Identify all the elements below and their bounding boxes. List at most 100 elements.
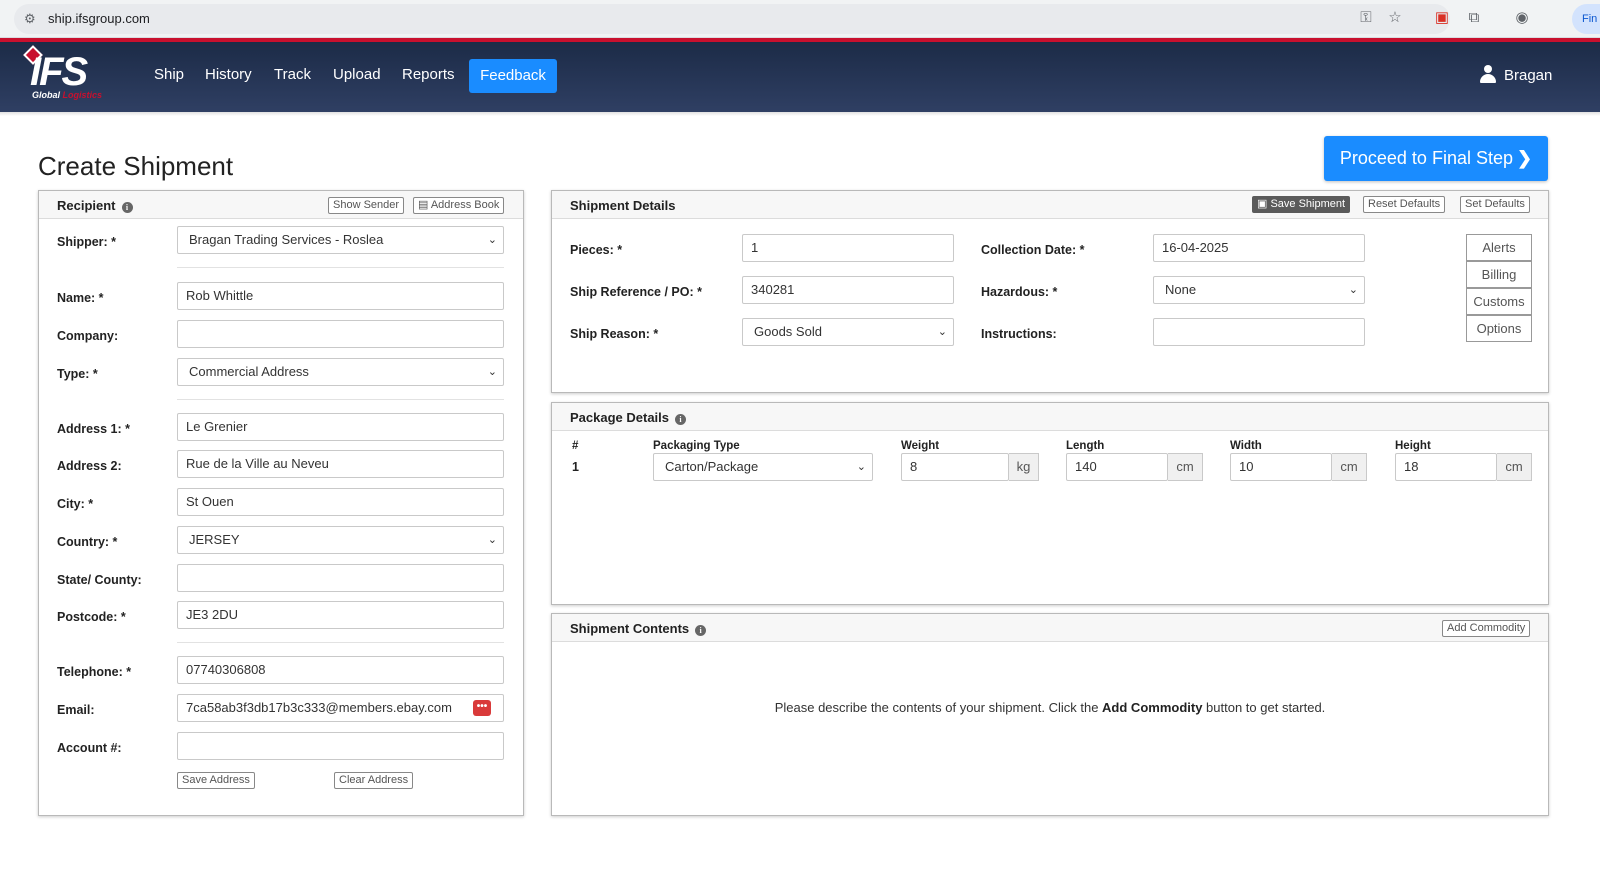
width-unit: cm	[1332, 453, 1367, 481]
reset-defaults-button[interactable]: Reset Defaults	[1363, 196, 1446, 213]
company-label: Company:	[57, 329, 119, 343]
shipper-select[interactable]: Bragan Trading Services - Roslea ⌄	[177, 226, 504, 254]
info-icon[interactable]: i	[675, 414, 687, 425]
profile-button[interactable]: Fin	[1572, 4, 1600, 34]
packaging-type-select[interactable]: Carton/Package ⌄	[653, 453, 873, 481]
profile-icon[interactable]: ◉	[1512, 8, 1532, 28]
col-height: Height	[1395, 440, 1431, 452]
package-details-title: Package Details i	[570, 410, 687, 425]
height-unit: cm	[1497, 453, 1532, 481]
extensions-puzzle-icon[interactable]: ⧉	[1464, 8, 1484, 28]
recipient-panel: Recipient i Show Sender ▤ Address Book Sh…	[38, 190, 524, 816]
address1-label: Address 1: *	[57, 422, 130, 436]
nav-history[interactable]: History	[205, 66, 252, 83]
shipment-details-title: Shipment Details	[570, 198, 676, 213]
weight-unit: kg	[1009, 453, 1039, 481]
bookmark-star-icon[interactable]: ☆	[1385, 8, 1405, 28]
account-field[interactable]	[177, 732, 504, 760]
set-defaults-button[interactable]: Set Defaults	[1460, 196, 1530, 213]
pieces-field[interactable]: 1	[742, 234, 954, 262]
site-info-icon[interactable]: ⚙	[24, 11, 40, 27]
length-field[interactable]: 140	[1066, 453, 1168, 481]
page-title: Create Shipment	[38, 151, 234, 181]
type-label: Type: *	[57, 367, 98, 381]
shipment-contents-title: Shipment Contents i	[570, 621, 707, 636]
collection-date-label: Collection Date: *	[981, 243, 1085, 257]
country-label: Country: *	[57, 535, 118, 549]
shipment-contents-panel: Shipment Contents i Add Commodity Please …	[551, 613, 1549, 816]
app-navbar: IFS Global Logistics Ship History Track …	[0, 42, 1600, 112]
state-label: State/ County:	[57, 573, 142, 587]
chevron-right-icon: ❯	[1517, 148, 1533, 168]
chevron-down-icon: ⌄	[1348, 284, 1358, 296]
instructions-field[interactable]	[1153, 318, 1365, 346]
options-button[interactable]: Options	[1466, 315, 1532, 342]
browser-toolbar: ⚙ ship.ifsgroup.com ⚿ ☆ ▣ ⧉ ◉ Fin	[0, 0, 1600, 38]
nav-track[interactable]: Track	[274, 66, 311, 83]
password-key-icon[interactable]: ⚿	[1356, 8, 1376, 28]
width-field[interactable]: 10	[1230, 453, 1332, 481]
billing-button[interactable]: Billing	[1466, 261, 1532, 288]
url-text[interactable]: ship.ifsgroup.com	[48, 11, 150, 26]
save-shipment-button[interactable]: ▣ Save Shipment	[1252, 196, 1351, 213]
name-field[interactable]: Rob Whittle	[177, 282, 504, 310]
ship-reason-select[interactable]: Goods Sold ⌄	[742, 318, 954, 346]
col-packaging-type: Packaging Type	[653, 440, 740, 452]
info-icon[interactable]: i	[695, 625, 707, 636]
address-book-button[interactable]: ▤ Address Book	[413, 197, 505, 214]
nav-upload[interactable]: Upload	[333, 66, 381, 83]
address1-field[interactable]: Le Grenier	[177, 413, 504, 441]
col-weight: Weight	[901, 440, 940, 452]
collection-date-field[interactable]: 16-04-2025	[1153, 234, 1365, 262]
city-label: City: *	[57, 497, 94, 511]
customs-button[interactable]: Customs	[1466, 288, 1532, 315]
postcode-label: Postcode: *	[57, 610, 126, 624]
hazardous-select[interactable]: None ⌄	[1153, 276, 1365, 304]
nav-feedback-button[interactable]: Feedback	[469, 59, 557, 93]
address-bar[interactable]: ⚙ ship.ifsgroup.com	[14, 4, 1450, 34]
account-label: Account #:	[57, 741, 122, 755]
password-manager-icon[interactable]: •••	[473, 700, 491, 716]
telephone-field[interactable]: 07740306808	[177, 656, 504, 684]
chevron-down-icon: ⌄	[487, 534, 497, 546]
company-field[interactable]	[177, 320, 504, 348]
contents-empty-message: Please describe the contents of your shi…	[774, 700, 1326, 715]
type-select[interactable]: Commercial Address ⌄	[177, 358, 504, 386]
col-num: #	[572, 440, 579, 452]
telephone-label: Telephone: *	[57, 665, 132, 679]
save-address-button[interactable]: Save Address	[177, 772, 255, 789]
ship-reason-label: Ship Reason: *	[570, 327, 659, 341]
show-sender-button[interactable]: Show Sender	[328, 197, 405, 214]
ship-reference-field[interactable]: 340281	[742, 276, 954, 304]
address2-field[interactable]: Rue de la Ville au Neveu	[177, 450, 504, 478]
nav-ship[interactable]: Ship	[154, 66, 184, 83]
info-icon[interactable]: i	[121, 202, 133, 213]
alerts-button[interactable]: Alerts	[1466, 234, 1532, 261]
weight-field[interactable]: 8	[901, 453, 1009, 481]
state-field[interactable]	[177, 564, 504, 592]
add-commodity-button[interactable]: Add Commodity	[1442, 620, 1531, 637]
instructions-label: Instructions:	[981, 327, 1057, 341]
height-field[interactable]: 18	[1395, 453, 1497, 481]
email-field[interactable]: 7ca58ab3f3db17b3c333@members.ebay.com •••	[177, 694, 504, 722]
chevron-down-icon: ⌄	[487, 366, 497, 378]
pieces-label: Pieces: *	[570, 243, 623, 257]
address-book-icon: ▤	[418, 199, 431, 211]
ifs-logo[interactable]: IFS Global Logistics	[23, 45, 120, 102]
user-menu[interactable]: Bragan	[1480, 65, 1552, 84]
postcode-field[interactable]: JE3 2DU	[177, 601, 504, 629]
ship-reference-label: Ship Reference / PO: *	[570, 285, 702, 299]
package-details-panel: Package Details i # Packaging Type Weight…	[551, 402, 1549, 605]
email-label: Email:	[57, 703, 95, 717]
chevron-down-icon: ⌄	[937, 326, 947, 338]
clear-address-button[interactable]: Clear Address	[334, 772, 414, 789]
country-select[interactable]: JERSEY ⌄	[177, 526, 504, 554]
proceed-final-step-button[interactable]: Proceed to Final Step ❯	[1324, 136, 1548, 181]
chevron-down-icon: ⌄	[487, 234, 497, 246]
extension-icon[interactable]: ▣	[1432, 8, 1452, 28]
city-field[interactable]: St Ouen	[177, 488, 504, 516]
floppy-disk-icon: ▣	[1257, 198, 1271, 210]
nav-reports[interactable]: Reports	[402, 66, 455, 83]
chevron-down-icon: ⌄	[856, 461, 866, 473]
recipient-title: Recipient i	[57, 198, 133, 213]
